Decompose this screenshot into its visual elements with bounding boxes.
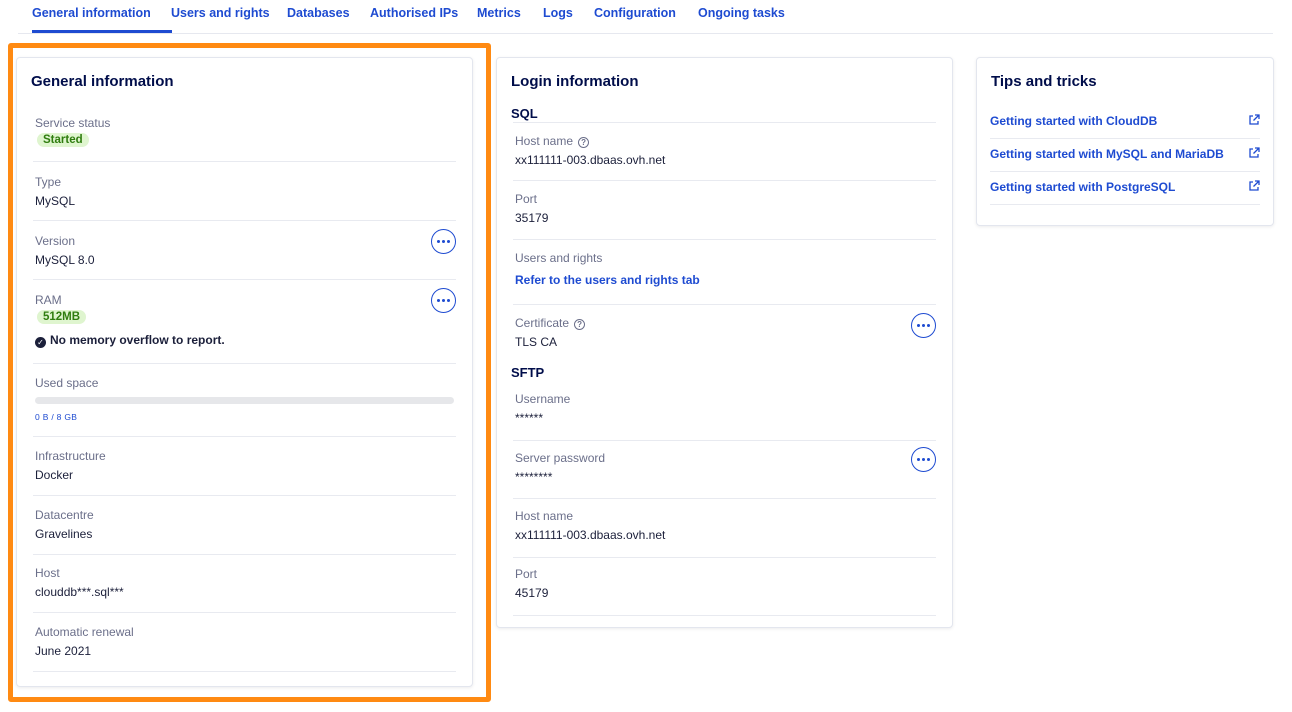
used-space-value: 0 B / 8 GB — [35, 412, 78, 422]
sql-host-value: xx111111-003.dbaas.ovh.net — [515, 153, 666, 167]
version-label: Version — [35, 234, 76, 248]
sql-port-label: Port — [515, 192, 538, 206]
host-row: Host clouddb***.sql*** — [33, 555, 456, 613]
sftp-password-label: Server password — [515, 451, 606, 465]
tab-general-information[interactable]: General information — [32, 6, 151, 20]
certificate-actions-button[interactable] — [911, 313, 936, 338]
service-status-badge: Started — [37, 133, 89, 147]
certificate-label: Certificate? — [515, 316, 586, 330]
infrastructure-row: Infrastructure Docker — [33, 437, 456, 496]
tab-metrics[interactable]: Metrics — [477, 6, 521, 20]
sql-heading: SQL — [511, 106, 538, 121]
host-label: Host — [35, 566, 60, 580]
tips-and-tricks-title: Tips and tricks — [991, 73, 1097, 90]
sql-host-row: Host name? xx111111-003.dbaas.ovh.net — [513, 122, 936, 181]
external-link-icon[interactable] — [1248, 180, 1260, 192]
automatic-renewal-value: June 2021 — [35, 644, 92, 658]
sftp-username-value: ****** — [515, 411, 544, 425]
sftp-port-row: Port 45179 — [513, 558, 936, 616]
type-label: Type — [35, 175, 62, 189]
sftp-heading: SFTP — [511, 365, 545, 380]
tab-configuration[interactable]: Configuration — [594, 6, 676, 20]
tips-and-tricks-card: Tips and tricks Getting started with Clo… — [976, 57, 1274, 226]
used-space-row: Used space 0 B / 8 GB — [33, 364, 456, 437]
version-actions-button[interactable] — [431, 229, 456, 254]
tab-logs[interactable]: Logs — [543, 6, 573, 20]
active-tab-indicator — [32, 30, 172, 33]
datacentre-label: Datacentre — [35, 508, 94, 522]
sftp-password-actions-button[interactable] — [911, 447, 936, 472]
ram-actions-button[interactable] — [431, 288, 456, 313]
sql-port-row: Port 35179 — [513, 181, 936, 240]
service-status-label: Service status — [35, 116, 111, 130]
sftp-host-value: xx111111-003.dbaas.ovh.net — [515, 528, 666, 542]
datacentre-row: Datacentre Gravelines — [33, 496, 456, 555]
sql-host-label-text: Host name — [515, 134, 574, 148]
tab-bar: General information Users and rights Dat… — [18, 0, 1273, 34]
type-row: Type MySQL — [33, 162, 456, 221]
tip-link-row: Getting started with MySQL and MariaDB — [990, 139, 1260, 172]
tip-link-postgresql[interactable]: Getting started with PostgreSQL — [990, 180, 1175, 194]
sftp-port-value: 45179 — [515, 586, 549, 600]
help-circle-icon[interactable]: ? — [574, 319, 586, 330]
automatic-renewal-row: Automatic renewal June 2021 — [33, 613, 456, 672]
service-status-row: Service status Started — [33, 103, 456, 162]
version-row: Version MySQL 8.0 — [33, 221, 456, 280]
external-link-icon[interactable] — [1248, 147, 1260, 159]
datacentre-value: Gravelines — [35, 527, 93, 541]
tip-link-row: Getting started with PostgreSQL — [990, 172, 1260, 205]
users-and-rights-row: Users and rights Refer to the users and … — [513, 240, 936, 305]
tab-ongoing-tasks[interactable]: Ongoing tasks — [698, 6, 785, 20]
sftp-port-label: Port — [515, 567, 538, 581]
sftp-password-value: ******** — [515, 470, 553, 484]
help-circle-icon[interactable]: ? — [578, 137, 590, 148]
tab-authorised-ips[interactable]: Authorised IPs — [370, 6, 458, 20]
infrastructure-label: Infrastructure — [35, 449, 106, 463]
tab-databases[interactable]: Databases — [287, 6, 350, 20]
sftp-username-row: Username ****** — [513, 382, 936, 441]
login-information-card: Login information SQL Host name? xx11111… — [496, 57, 953, 628]
sftp-username-label: Username — [515, 392, 571, 406]
users-and-rights-link[interactable]: Refer to the users and rights tab — [515, 273, 700, 287]
general-information-card: General information Service status Start… — [16, 57, 473, 687]
external-link-icon[interactable] — [1248, 114, 1260, 126]
certificate-row: Certificate? TLS CA — [513, 305, 936, 365]
certificate-value: TLS CA — [515, 335, 558, 349]
check-circle-icon: ✓ — [35, 337, 46, 348]
ram-label: RAM — [35, 293, 62, 307]
type-value: MySQL — [35, 194, 76, 208]
version-value: MySQL 8.0 — [35, 253, 95, 267]
tip-link-row: Getting started with CloudDB — [990, 106, 1260, 139]
used-space-progress-bar — [35, 397, 454, 404]
sql-port-value: 35179 — [515, 211, 549, 225]
general-information-title: General information — [31, 73, 174, 90]
automatic-renewal-label: Automatic renewal — [35, 625, 134, 639]
users-and-rights-label: Users and rights — [515, 251, 603, 265]
sftp-password-row: Server password ******** — [513, 441, 936, 499]
tip-link-clouddb[interactable]: Getting started with CloudDB — [990, 114, 1157, 128]
sql-host-label: Host name? — [515, 134, 590, 148]
sftp-host-label: Host name — [515, 509, 574, 523]
tip-link-mysql-mariadb[interactable]: Getting started with MySQL and MariaDB — [990, 147, 1224, 161]
ram-note: ✓ No memory overflow to report. — [35, 333, 225, 348]
ram-row: RAM 512MB ✓ No memory overflow to report. — [33, 280, 456, 364]
infrastructure-value: Docker — [35, 468, 74, 482]
login-information-title: Login information — [511, 73, 639, 90]
used-space-label: Used space — [35, 376, 99, 390]
certificate-label-text: Certificate — [515, 316, 570, 330]
ram-badge: 512MB — [37, 310, 87, 324]
ram-note-text: No memory overflow to report. — [50, 333, 225, 347]
tab-users-and-rights[interactable]: Users and rights — [171, 6, 270, 20]
host-value: clouddb***.sql*** — [35, 585, 124, 599]
sftp-host-row: Host name xx111111-003.dbaas.ovh.net — [513, 499, 936, 558]
